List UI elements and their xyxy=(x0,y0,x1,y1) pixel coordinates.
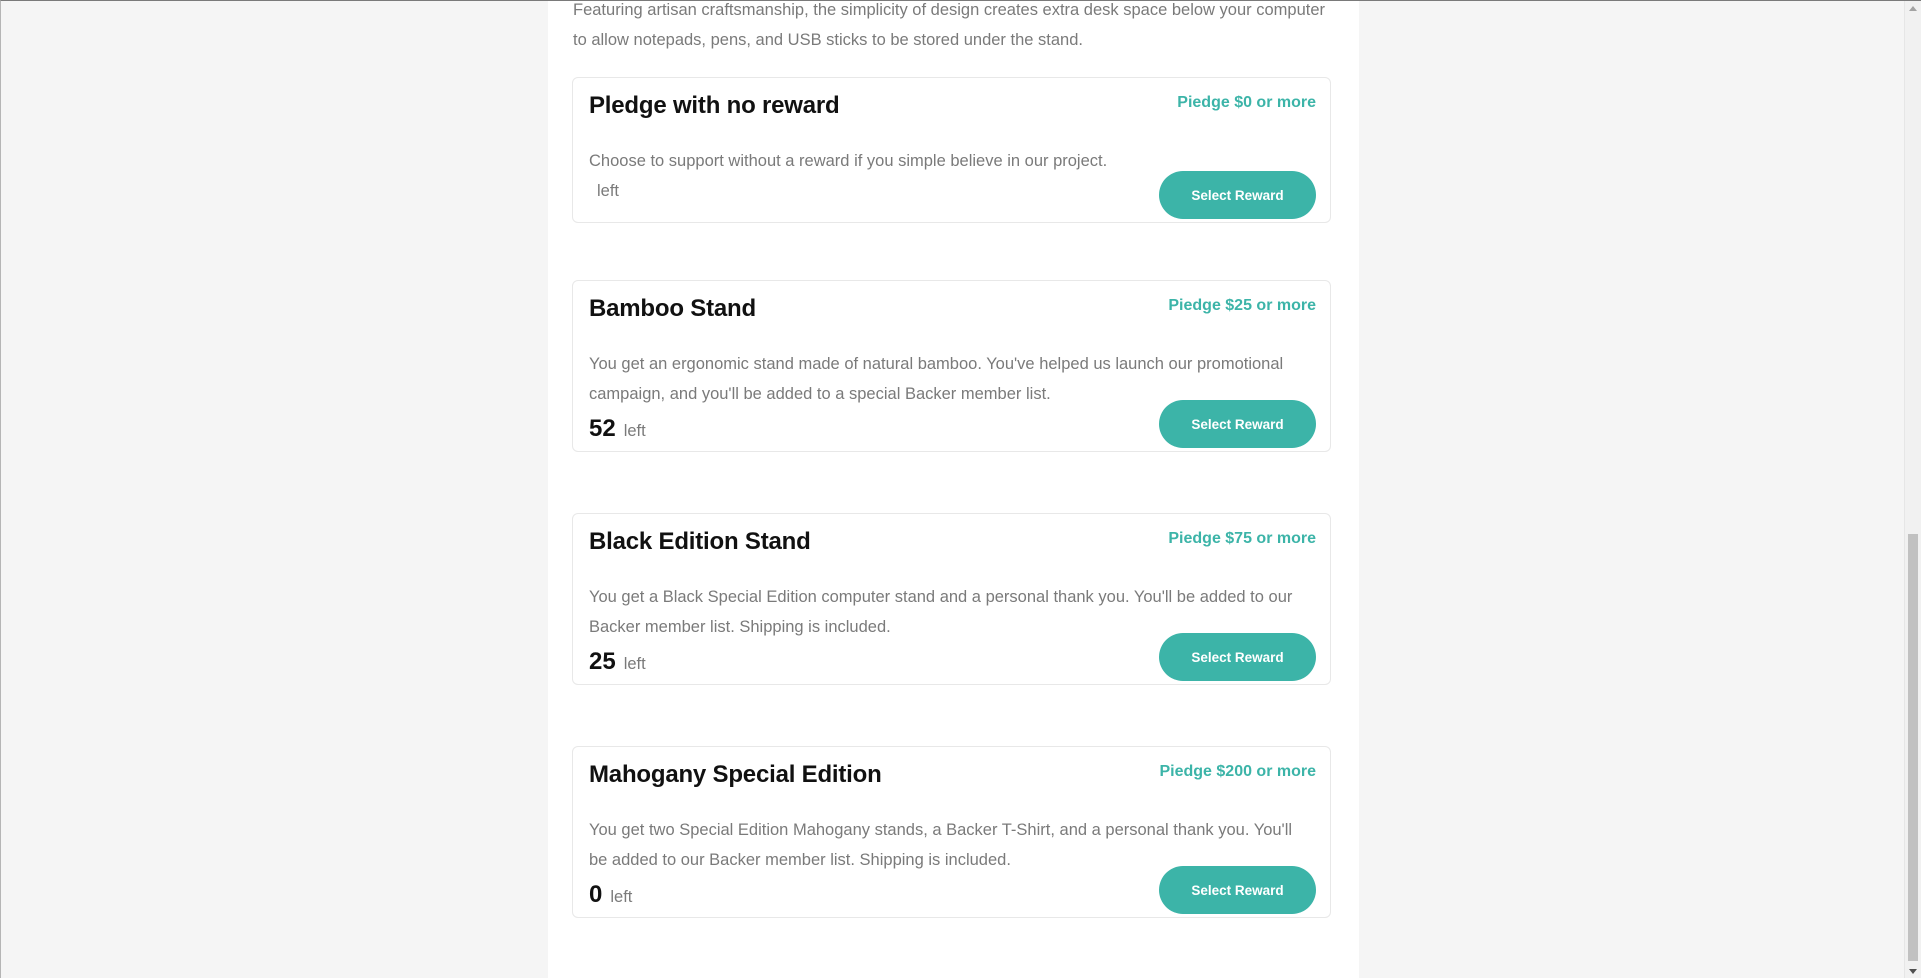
reward-card-no-reward: Pledge with no reward Piedge $0 or more … xyxy=(572,77,1331,223)
project-description: Featuring artisan craftsmanship, the sim… xyxy=(573,1,1326,49)
reward-stock-label: left xyxy=(597,182,620,200)
reward-pledge-amount: Piedge $200 or more xyxy=(1159,763,1316,780)
select-reward-button-bamboo-stand[interactable]: Select Reward xyxy=(1159,400,1316,448)
reward-stock: 25 left xyxy=(589,648,646,676)
reward-stock-count: 52 xyxy=(589,415,616,442)
reward-pledge-amount: Piedge $0 or more xyxy=(1177,94,1316,111)
reward-stock-label: left xyxy=(610,888,633,906)
scrollbar-thumb[interactable] xyxy=(1908,534,1918,961)
reward-stock: left xyxy=(589,182,619,201)
main-content-panel: Featuring artisan craftsmanship, the sim… xyxy=(548,1,1359,978)
select-reward-button-mahogany-special-edition[interactable]: Select Reward xyxy=(1159,866,1316,914)
reward-stock-label: left xyxy=(623,655,646,673)
select-reward-button-black-edition-stand[interactable]: Select Reward xyxy=(1159,633,1316,681)
reward-pledge-amount: Piedge $75 or more xyxy=(1168,530,1316,547)
reward-card-mahogany-special-edition: Mahogany Special Edition Piedge $200 or … xyxy=(572,746,1331,918)
scroll-down-arrow-icon[interactable] xyxy=(1909,969,1917,974)
reward-title: Mahogany Special Edition xyxy=(589,761,882,788)
reward-title: Pledge with no reward xyxy=(589,92,840,119)
browser-viewport: Featuring artisan craftsmanship, the sim… xyxy=(0,0,1921,978)
reward-pledge-amount: Piedge $25 or more xyxy=(1168,297,1316,314)
reward-card-bamboo-stand: Bamboo Stand Piedge $25 or more You get … xyxy=(572,280,1331,452)
reward-stock: 52 left xyxy=(589,415,646,443)
scroll-up-arrow-icon[interactable] xyxy=(1909,6,1917,11)
vertical-scrollbar[interactable] xyxy=(1904,1,1921,978)
reward-card-black-edition-stand: Black Edition Stand Piedge $75 or more Y… xyxy=(572,513,1331,685)
select-reward-button-no-reward[interactable]: Select Reward xyxy=(1159,171,1316,219)
reward-stock-count: 0 xyxy=(589,881,603,908)
reward-title: Bamboo Stand xyxy=(589,295,756,322)
reward-title: Black Edition Stand xyxy=(589,528,811,555)
reward-stock-count: 25 xyxy=(589,648,616,675)
reward-stock-label: left xyxy=(623,422,646,440)
reward-stock: 0 left xyxy=(589,881,632,909)
